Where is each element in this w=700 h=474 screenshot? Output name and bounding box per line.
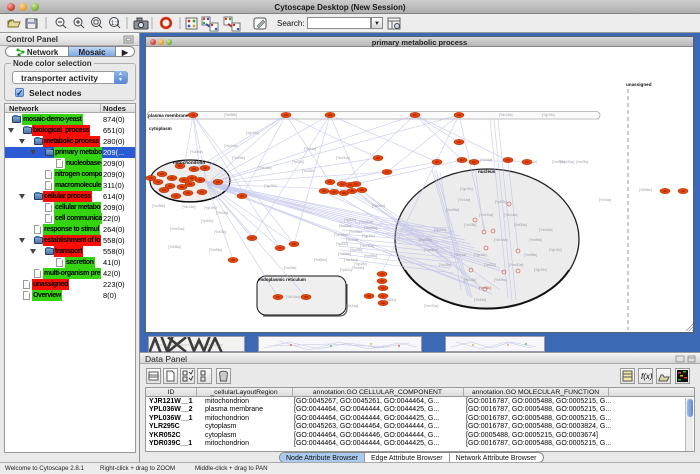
svg-text:1:1: 1:1 [111, 21, 120, 27]
svg-text:[Ylr44w]: [Ylr44w] [480, 158, 492, 162]
svg-text:[Ykl06w]: [Ykl06w] [314, 258, 327, 262]
svg-text:plasma membrane: plasma membrane [148, 113, 189, 118]
svg-text:[Yor28c]: [Yor28c] [214, 230, 226, 234]
svg-text:[Yml96c]: [Yml96c] [349, 230, 362, 234]
svg-text:[Yml96c]: [Yml96c] [529, 238, 542, 242]
svg-text:[Ylr44w]: [Ylr44w] [216, 211, 228, 215]
svg-text:[Yml96c]: [Yml96c] [364, 254, 377, 258]
svg-text:[Ykl06w]: [Ykl06w] [494, 278, 507, 282]
svg-text:[Ylr44w]: [Ylr44w] [458, 198, 470, 202]
svg-text:[Ygr19c]: [Ygr19c] [246, 131, 259, 135]
svg-text:[Ypl22c]: [Ypl22c] [495, 200, 507, 204]
svg-text:[Ykl06w]: [Ykl06w] [190, 150, 203, 154]
svg-text:[Yml96c]: [Yml96c] [152, 204, 165, 208]
svg-text:[Ylr44w]: [Ylr44w] [599, 198, 611, 202]
svg-text:[Ykl06w]: [Ykl06w] [364, 226, 377, 230]
svg-text:[Ydr14w]: [Ydr14w] [258, 166, 271, 170]
svg-text:[Ymr31w]: [Ymr31w] [170, 227, 184, 231]
svg-text:[Ypl22c]: [Ypl22c] [340, 268, 352, 272]
svg-text:[Ykl06w]: [Ykl06w] [514, 223, 527, 227]
svg-text:[Ykl06w]: [Ykl06w] [372, 204, 385, 208]
svg-text:[Ymr31w]: [Ymr31w] [509, 263, 523, 267]
svg-text:[Ymr31w]: [Ymr31w] [359, 220, 373, 224]
svg-text:nucleus: nucleus [478, 169, 496, 174]
svg-text:[Yer88c]: [Yer88c] [479, 286, 491, 290]
svg-text:[Ygr19c]: [Ygr19c] [204, 206, 217, 210]
svg-text:[Ymr31w]: [Ymr31w] [479, 213, 493, 217]
svg-text:[Yor28c]: [Yor28c] [284, 266, 296, 270]
svg-text:[Ypl22c]: [Ypl22c] [201, 219, 213, 223]
svg-text:[Ydr14w]: [Ydr14w] [224, 144, 237, 148]
svg-text:[Ydr14w]: [Ydr14w] [182, 205, 195, 209]
svg-text:[Yml96c]: [Yml96c] [232, 156, 245, 160]
svg-text:[Ypl22c]: [Ypl22c] [434, 228, 446, 232]
svg-text:unassigned: unassigned [626, 82, 652, 87]
svg-text:mitochondrion: mitochondrion [173, 160, 205, 165]
svg-text:[Yor28c]: [Yor28c] [439, 263, 451, 267]
svg-text:[Ydr14w]: [Ydr14w] [539, 228, 552, 232]
svg-text:[Ygr19c]: [Ygr19c] [549, 248, 562, 252]
svg-text:[Yml96c]: [Yml96c] [224, 113, 237, 117]
svg-text:[Yor28c]: [Yor28c] [576, 160, 588, 164]
svg-text:[Ylr44w]: [Ylr44w] [454, 253, 466, 257]
svg-text:[Yor28c]: [Yor28c] [302, 169, 314, 173]
svg-text:[Ylr44w]: [Ylr44w] [346, 304, 358, 308]
svg-text:[Ymr31w]: [Ymr31w] [336, 156, 350, 160]
svg-text:[Yml96c]: [Yml96c] [552, 160, 565, 164]
svg-text:[Yml96c]: [Yml96c] [209, 248, 222, 252]
svg-text:[Ygr19c]: [Ygr19c] [542, 113, 555, 117]
svg-text:[Ygr19c]: [Ygr19c] [534, 268, 547, 272]
svg-text:[Yor28c]: [Yor28c] [339, 224, 351, 228]
svg-text:[Ydr14w]: [Ydr14w] [504, 213, 517, 217]
svg-text:[Yml96c]: [Yml96c] [524, 253, 537, 257]
svg-text:[Ykl06w]: [Ykl06w] [419, 238, 432, 242]
svg-text:[Ydr14w]: [Ydr14w] [334, 233, 347, 237]
svg-text:[Ygr19c]: [Ygr19c] [474, 253, 487, 257]
svg-text:[Ygr19c]: [Ygr19c] [460, 187, 473, 191]
svg-text:[Ydr14w]: [Ydr14w] [499, 113, 512, 117]
svg-text:endoplasmic reticulum: endoplasmic reticulum [258, 277, 306, 282]
svg-text:[Ydr14w]: [Ydr14w] [494, 238, 507, 242]
svg-text:[Ykl06w]: [Ykl06w] [639, 188, 652, 192]
svg-text:[Yor28c]: [Yor28c] [464, 278, 476, 282]
svg-text:[Yor28c]: [Yor28c] [464, 223, 476, 227]
svg-text:[Ykl06w]: [Ykl06w] [338, 252, 351, 256]
svg-text:[Ylr44w]: [Ylr44w] [352, 266, 364, 270]
svg-text:[Ylr44w]: [Ylr44w] [304, 147, 316, 151]
svg-text:[Ygr19c]: [Ygr19c] [264, 184, 277, 188]
svg-text:[Ypl22c]: [Ypl22c] [292, 160, 304, 164]
svg-text:[Ymr31w]: [Ymr31w] [424, 248, 438, 252]
svg-text:cytoplasm: cytoplasm [149, 126, 172, 131]
svg-text:[Ylr44w]: [Ylr44w] [474, 298, 486, 302]
svg-text:[Ygr19c]: [Ygr19c] [362, 234, 375, 238]
svg-text:f(x): f(x) [641, 372, 652, 381]
svg-text:[Yml96c]: [Yml96c] [446, 208, 459, 212]
svg-text:[Ypl22c]: [Ypl22c] [336, 242, 348, 246]
svg-text:[Ykl06w]: [Ykl06w] [168, 245, 181, 249]
svg-text:[Ypl22c]: [Ypl22c] [484, 263, 496, 267]
svg-text:[Yor28c]: [Yor28c] [350, 248, 362, 252]
svg-text:[Ydr14w]: [Ydr14w] [286, 295, 299, 299]
svg-text:[Ymr31w]: [Ymr31w] [424, 304, 438, 308]
svg-text:[Ypl22c]: [Ypl22c] [344, 218, 356, 222]
